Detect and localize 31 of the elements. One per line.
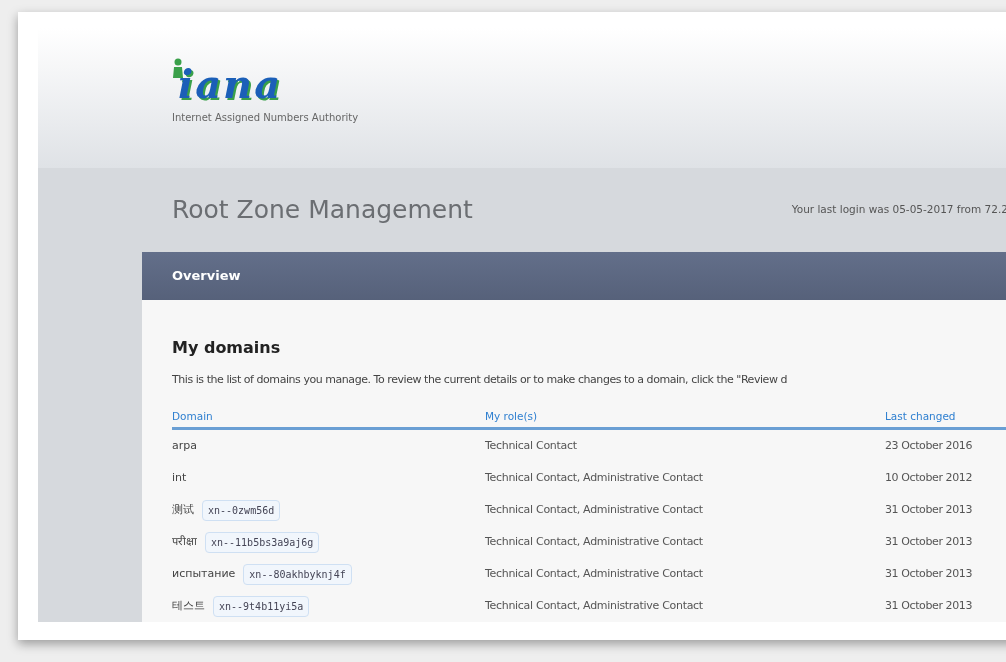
domain-name: int [172, 470, 187, 486]
column-header[interactable]: Domain [172, 408, 485, 425]
date-text: 31 October 2013 [885, 534, 973, 550]
section-heading: My domains [172, 337, 282, 359]
role-text: Technical Contact, Administrative Contact [485, 470, 704, 486]
date-text: 10 October 2012 [885, 470, 973, 486]
logo-text: iana [178, 64, 283, 104]
role-text: Technical Contact [485, 438, 578, 454]
description-text: This is the list of domains you manage. To review the current details or to make changes to a domain, click the "Review d [172, 372, 789, 388]
role-text: Technical Contact, Administrative Contact [485, 598, 704, 614]
page-title: Root Zone Management [172, 194, 473, 227]
organization-name: Internet Assigned Numbers Authority [172, 111, 360, 125]
role-text: Technical Contact, Administrative Contact [485, 566, 704, 582]
date-text: 31 October 2013 [885, 598, 973, 614]
role-text: Technical Contact, Administrative Contact [485, 534, 704, 550]
column-header[interactable]: Last changed [885, 408, 1006, 425]
domain-name: 테스트 [172, 598, 205, 614]
punycode-tag: xn--11b5bs3a9aj6g [205, 531, 320, 553]
date-text: 31 October 2013 [885, 566, 973, 582]
column-header[interactable]: My role(s) [485, 408, 885, 425]
role-text: Technical Contact, Administrative Contact [485, 502, 704, 518]
domain-name: 测试 [172, 502, 194, 518]
nav-tab[interactable]: Overview [172, 266, 241, 286]
punycode-tag: xn--0zwm56d [202, 499, 281, 521]
date-text: 23 October 2016 [885, 438, 973, 454]
domain-name: arpa [172, 438, 197, 454]
punycode-tag: xn--80akhbyknj4f [243, 563, 352, 585]
domain-name: испытание [172, 566, 236, 582]
domain-name: परीक्षा [172, 534, 197, 550]
punycode-tag: xn--9t4b11yi5a [213, 595, 310, 617]
date-text: 31 October 2013 [885, 502, 973, 518]
